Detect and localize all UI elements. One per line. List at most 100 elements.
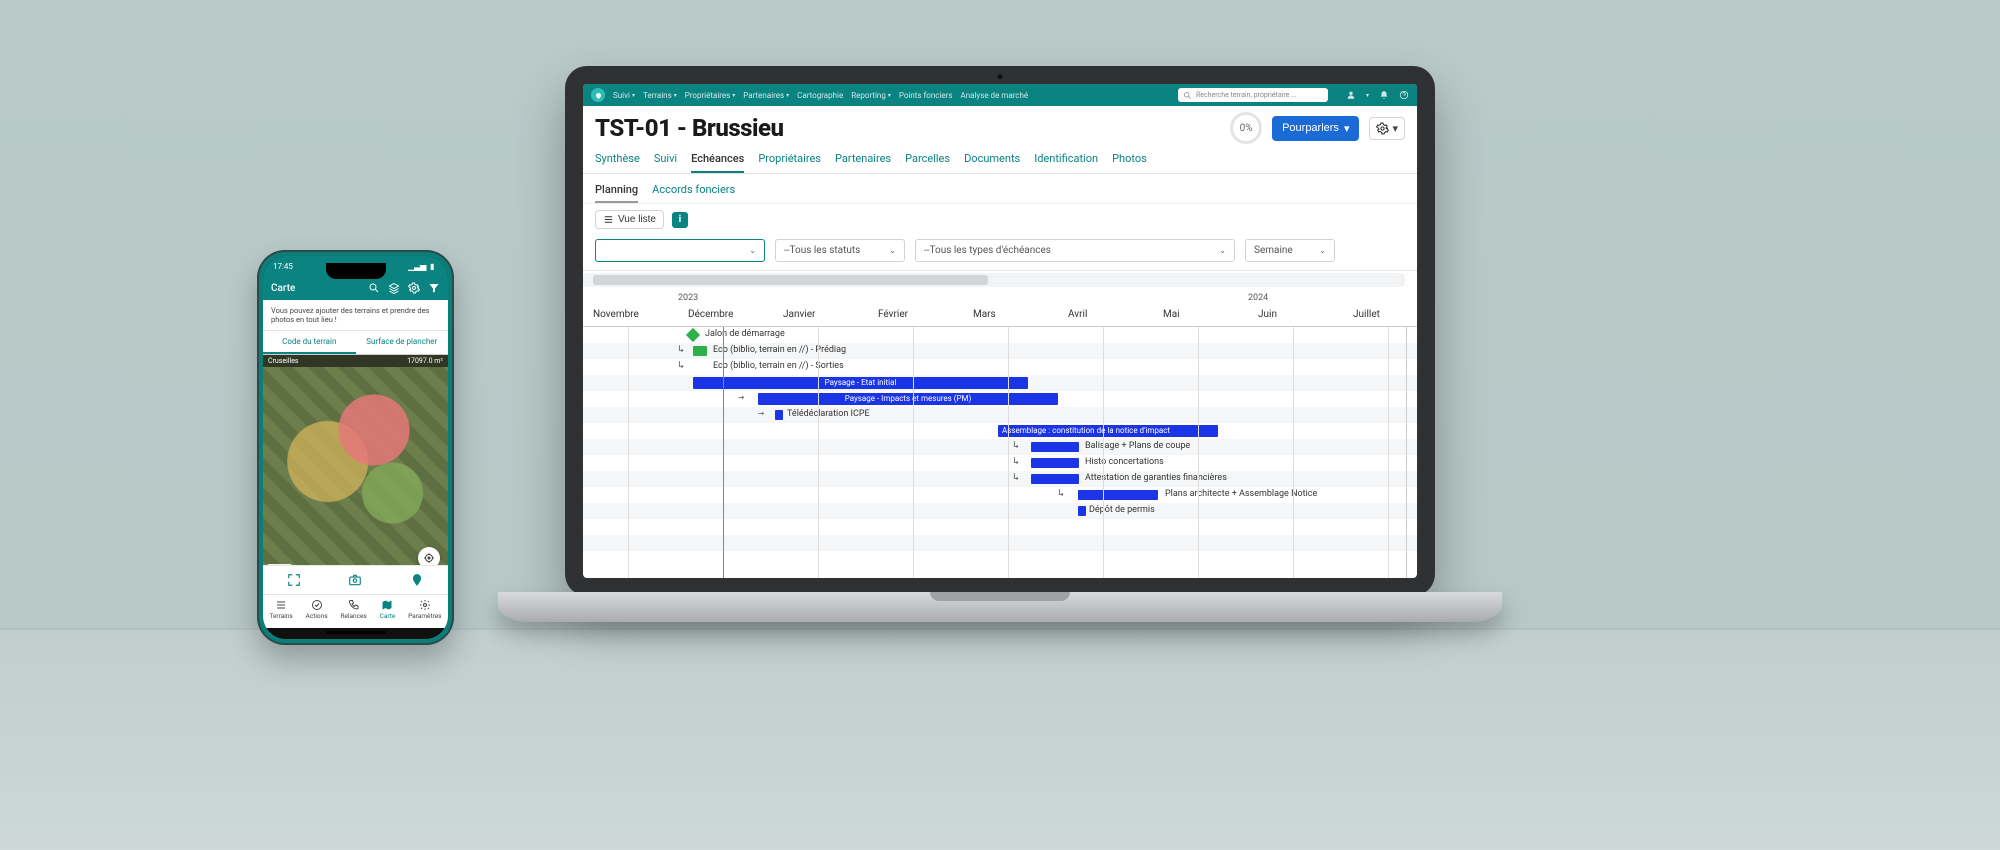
- phone-tab-code[interactable]: Code du terrain: [263, 331, 356, 354]
- phone-map[interactable]: Google: [263, 367, 448, 565]
- gantt-row: Assemblage : constitution de la notice d…: [583, 423, 1417, 439]
- gantt-bar[interactable]: Paysage - Impacts et mesures (PM): [758, 393, 1058, 405]
- tab-suivi[interactable]: Suivi: [654, 146, 677, 173]
- nav-parametres[interactable]: Paramètres: [408, 599, 441, 620]
- dependency-arrow-icon[interactable]: ↳: [678, 344, 684, 355]
- month-label: Novembre: [593, 309, 639, 320]
- month-label: Juin: [1258, 309, 1277, 320]
- nav-proprietaires[interactable]: Propriétaires▾: [685, 91, 736, 100]
- filter-status-select[interactable]: --Tous les statuts⌄: [775, 239, 905, 262]
- task-label[interactable]: Eco (biblio, terrain en //) - Sorties: [713, 361, 844, 371]
- gantt-bar[interactable]: Paysage - Etat initial: [693, 377, 1028, 389]
- task-label[interactable]: Balisage + Plans de coupe: [1085, 441, 1190, 451]
- help-icon[interactable]: [1399, 90, 1409, 100]
- phone-appbar: Carte: [263, 276, 448, 300]
- user-dropdown-caret[interactable]: ▾: [1366, 92, 1369, 99]
- nav-terrains[interactable]: Terrains▾: [643, 91, 677, 100]
- tab-photos[interactable]: Photos: [1112, 146, 1147, 173]
- tab-synthèse[interactable]: Synthèse: [595, 146, 640, 173]
- dependency-arrow-icon[interactable]: →: [758, 408, 764, 419]
- nav-suivi[interactable]: Suivi▾: [613, 91, 635, 100]
- search-icon: [1183, 91, 1192, 100]
- info-badge[interactable]: i: [672, 212, 688, 228]
- gantt-canvas[interactable]: 20232024NovembreDécembreJanvierFévrierMa…: [583, 291, 1417, 578]
- nav-relances[interactable]: Relances: [340, 599, 366, 620]
- task-label[interactable]: Télédéclaration ICPE: [787, 409, 870, 419]
- nav-points-fonciers[interactable]: Points fonciers: [899, 91, 953, 100]
- filter-period-select[interactable]: Semaine⌄: [1245, 239, 1335, 262]
- dependency-arrow-icon[interactable]: ↳: [678, 360, 684, 371]
- nav-relances-label: Relances: [340, 612, 366, 620]
- gantt-bar[interactable]: [775, 410, 783, 420]
- gantt-row: ↳ Attestation de garanties financières: [583, 471, 1417, 487]
- settings-dropdown-button[interactable]: ▾: [1369, 117, 1405, 140]
- phone-tab-surface[interactable]: Surface de plancher: [356, 331, 449, 354]
- nav-cartographie[interactable]: Cartographie: [797, 91, 843, 100]
- gantt-row: ↳ Eco (biblio, terrain en //) - Sorties: [583, 359, 1417, 375]
- task-label[interactable]: Attestation de garanties financières: [1085, 473, 1227, 483]
- gantt-bar[interactable]: [1031, 442, 1079, 452]
- tab-identification[interactable]: Identification: [1034, 146, 1098, 173]
- subtab-accords-fonciers[interactable]: Accords fonciers: [652, 178, 735, 203]
- bell-icon[interactable]: [1379, 90, 1389, 100]
- user-icon[interactable]: [1346, 90, 1356, 100]
- task-label[interactable]: Eco (biblio, terrain en //) - Prédiag: [713, 345, 846, 355]
- fullscreen-icon[interactable]: [284, 570, 304, 590]
- subtab-planning[interactable]: Planning: [595, 178, 638, 203]
- gantt-gridline: [818, 327, 819, 578]
- phone-map-container[interactable]: Cruseilles 17097.0 m² Google: [263, 355, 448, 565]
- task-label[interactable]: Plans architecte + Assemblage Notice: [1165, 489, 1317, 499]
- filter-type-select[interactable]: --Tous les types d'échéances⌄: [915, 239, 1235, 262]
- nav-analyse-marche[interactable]: Analyse de marché: [960, 91, 1028, 100]
- planning-toolbar: Vue liste i: [583, 204, 1417, 235]
- gantt-bar[interactable]: [1031, 458, 1079, 468]
- tab-documents[interactable]: Documents: [964, 146, 1020, 173]
- camera-icon[interactable]: [345, 570, 365, 590]
- tab-parcelles[interactable]: Parcelles: [905, 146, 950, 173]
- gantt-bar[interactable]: [693, 346, 707, 356]
- filter-row: ⌄ --Tous les statuts⌄ --Tous les types d…: [583, 235, 1417, 270]
- gantt-bar[interactable]: Assemblage : constitution de la notice d…: [998, 425, 1218, 437]
- app-logo-icon[interactable]: [591, 88, 605, 102]
- tab-partenaires[interactable]: Partenaires: [835, 146, 891, 173]
- nav-reporting[interactable]: Reporting▾: [851, 91, 891, 100]
- gear-icon: [419, 599, 431, 611]
- gantt-gridline: [1388, 327, 1389, 578]
- task-label[interactable]: Histo concertations: [1085, 457, 1164, 467]
- vue-liste-button[interactable]: Vue liste: [595, 210, 664, 229]
- tab-propriétaires[interactable]: Propriétaires: [758, 146, 821, 173]
- nav-terrains[interactable]: Terrains: [269, 599, 292, 620]
- pourparlers-button[interactable]: Pourparlers ▾: [1272, 116, 1359, 141]
- dependency-arrow-icon[interactable]: ↳: [1013, 472, 1019, 483]
- phone-time: 17:45: [273, 262, 293, 271]
- phone-bottom-nav: Terrains Actions Relances Carte Paramètr…: [263, 594, 448, 628]
- dependency-arrow-icon[interactable]: ↳: [1058, 488, 1064, 499]
- search-icon[interactable]: [368, 282, 380, 294]
- gantt-bar[interactable]: [1078, 490, 1158, 500]
- task-label[interactable]: Jalon de démarrage: [705, 329, 785, 339]
- dependency-arrow-icon[interactable]: →: [738, 392, 744, 403]
- my-location-button[interactable]: [418, 547, 440, 565]
- gear-icon[interactable]: [408, 282, 420, 294]
- dependency-arrow-icon[interactable]: ↳: [1013, 456, 1019, 467]
- gantt-bar[interactable]: [1078, 506, 1086, 516]
- map-pin-icon[interactable]: [407, 570, 427, 590]
- gantt-gridline: [1103, 327, 1104, 578]
- gantt-horizontal-scrollbar[interactable]: [583, 273, 1405, 287]
- task-label[interactable]: Dépôt de permis: [1089, 505, 1155, 515]
- nav-carte[interactable]: Carte: [380, 599, 396, 620]
- layers-icon[interactable]: [388, 282, 400, 294]
- milestone-icon[interactable]: [686, 328, 700, 342]
- filter-icon[interactable]: [428, 282, 440, 294]
- gantt-row: ↳ Balisage + Plans de coupe: [583, 439, 1417, 455]
- search-input[interactable]: Recherche terrain, propriétaire ...: [1178, 88, 1328, 102]
- dependency-arrow-icon[interactable]: ↳: [1013, 440, 1019, 451]
- tab-echéances[interactable]: Echéances: [691, 146, 744, 173]
- filter-1-select[interactable]: ⌄: [595, 239, 765, 262]
- nav-actions[interactable]: Actions: [306, 599, 328, 620]
- phone-map-label: Cruseilles 17097.0 m²: [263, 355, 448, 367]
- gantt-bar[interactable]: [1031, 474, 1079, 484]
- phone-notch: [326, 263, 386, 279]
- scrollbar-thumb[interactable]: [593, 275, 988, 285]
- nav-partenaires[interactable]: Partenaires▾: [743, 91, 789, 100]
